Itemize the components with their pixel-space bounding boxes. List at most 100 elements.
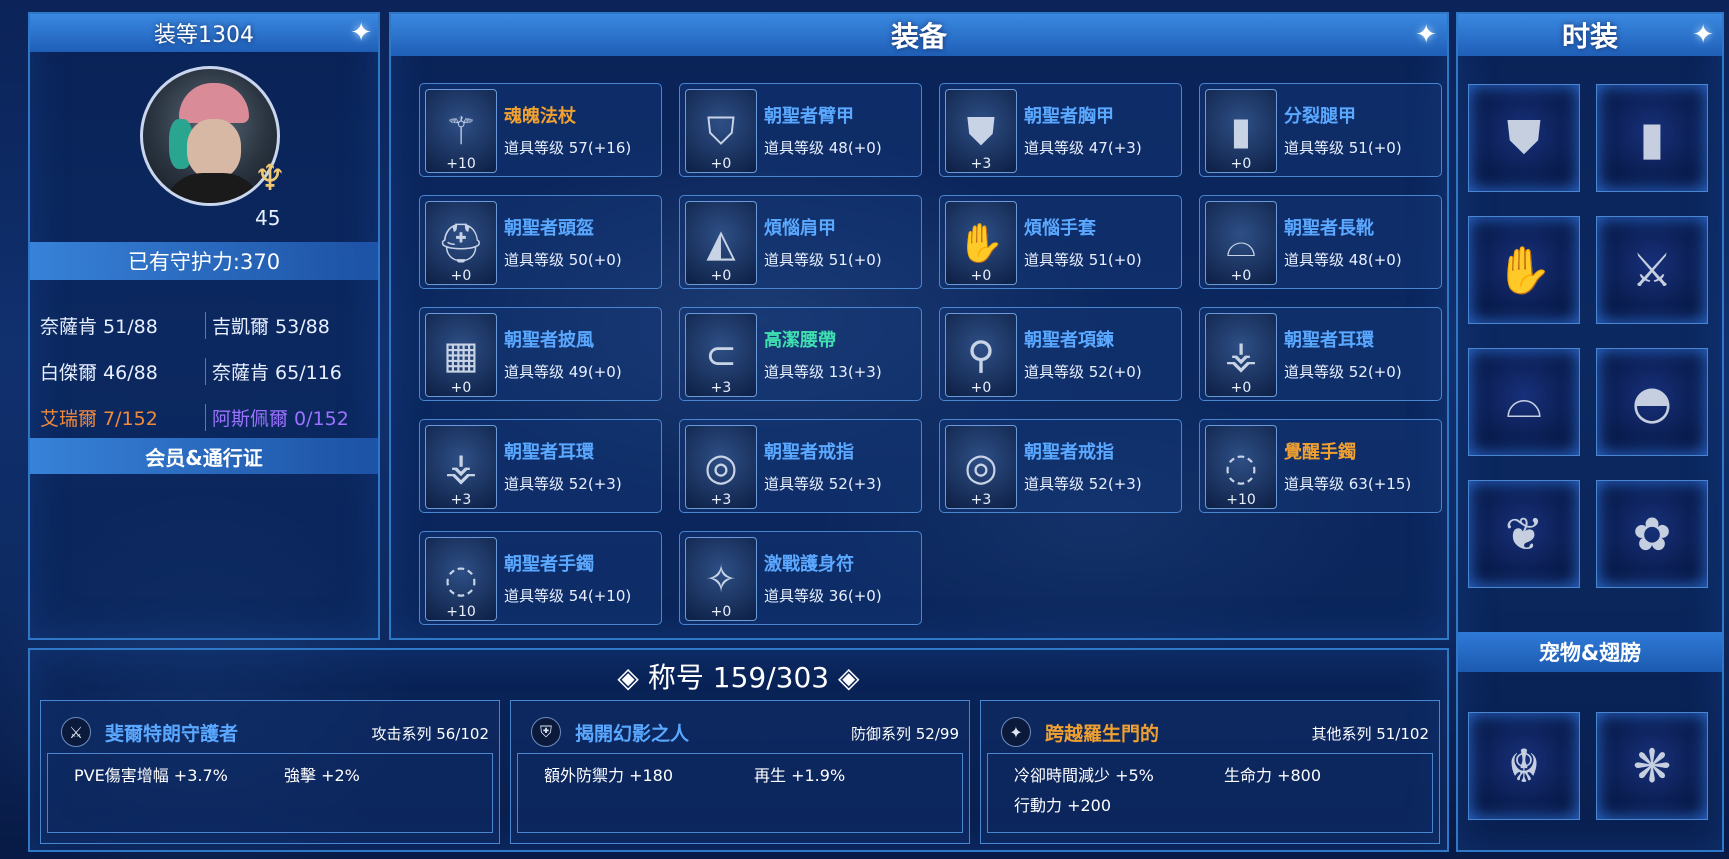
chevron-left-icon[interactable]: ◈ — [617, 661, 639, 694]
item-level: 道具等级 52(+0) — [1284, 363, 1402, 381]
enhance-level: +3 — [970, 156, 992, 172]
item-level: 道具等级 49(+0) — [504, 363, 622, 381]
sparkle-icon: ✦ — [350, 18, 372, 48]
stat-cell: 白傑爾 46/88 — [40, 361, 158, 384]
item-name: 朝聖者戒指 — [1024, 442, 1114, 463]
enhance-level: +0 — [710, 604, 732, 620]
weapon-icon[interactable]: ⚔ — [1596, 216, 1708, 324]
title-effects: 額外防禦力 +180 再生 +1.9% — [517, 753, 963, 833]
title-effect: PVE傷害增幅 +3.7% — [74, 766, 228, 785]
stat-cell: 奈薩肯 51/88 — [40, 315, 158, 338]
equipment-slot[interactable]: ⛊ +3 朝聖者胸甲 道具等级 47(+3) — [939, 83, 1182, 177]
item-name: 高潔腰帶 — [764, 330, 836, 351]
stat-row: 艾瑞爾 7/152 阿斯佩爾 0/152 — [40, 394, 370, 440]
item-level: 道具等级 51(+0) — [1284, 139, 1402, 157]
equipment-slot[interactable]: ▮ +0 分裂腿甲 道具等级 51(+0) — [1199, 83, 1442, 177]
title-series: 防御系列 52/99 — [851, 725, 959, 743]
cap-icon[interactable]: ◓ — [1596, 348, 1708, 456]
item-name: 朝聖者頭盔 — [504, 218, 594, 239]
title-card[interactable]: ⚔ 斐爾特朗守護者 攻击系列 56/102 PVE傷害增幅 +3.7% 強擊 +2% — [40, 700, 500, 844]
enhance-level: +10 — [1226, 492, 1256, 508]
costume-panel: 时装 ✦ ⛊ ▮ ✋ ⚔ ⌓ ◓ ❦ ✿ 宠物&翅膀 ☬ ❋ — [1456, 12, 1724, 852]
enhance-level: +0 — [1230, 380, 1252, 396]
equipment-slot[interactable]: ⌓ +0 朝聖者長靴 道具等级 48(+0) — [1199, 195, 1442, 289]
title-name: 揭開幻影之人 — [575, 723, 690, 745]
character-level: 45 — [255, 206, 281, 230]
item-name: 朝聖者項鍊 — [1024, 330, 1114, 351]
stat-cell: 吉凱爾 53/88 — [205, 311, 370, 339]
pants-icon[interactable]: ▮ — [1596, 84, 1708, 192]
title-card[interactable]: ⛨ 揭開幻影之人 防御系列 52/99 額外防禦力 +180 再生 +1.9% — [510, 700, 970, 844]
enhance-level: +0 — [1230, 268, 1252, 284]
title-name: 跨越羅生門的 — [1045, 723, 1160, 745]
item-level: 道具等级 52(+0) — [1024, 363, 1142, 381]
item-name: 朝聖者手鐲 — [504, 554, 594, 575]
item-level: 道具等级 57(+16) — [504, 139, 632, 157]
item-level: 道具等级 48(+0) — [764, 139, 882, 157]
equipment-slot[interactable]: ⚲ +0 朝聖者項鍊 道具等级 52(+0) — [939, 307, 1182, 401]
equipment-slot[interactable]: ⚶ +0 朝聖者耳環 道具等级 52(+0) — [1199, 307, 1442, 401]
glove-icon[interactable]: ✋ — [1468, 216, 1580, 324]
equipment-header: 装备 ✦ — [391, 14, 1447, 56]
titles-count: 称号 159/303 — [647, 661, 830, 694]
gear-score: 装等1304 ✦ — [30, 14, 378, 52]
equipment-slot[interactable]: ✋ +0 煩惱手套 道具等级 51(+0) — [939, 195, 1182, 289]
title-effects: 冷卻時間減少 +5% 生命力 +800 行動力 +200 — [987, 753, 1433, 833]
dragon-icon[interactable]: ☬ — [1468, 712, 1580, 820]
item-name: 朝聖者耳環 — [504, 442, 594, 463]
title-effect: 行動力 +200 — [1014, 796, 1112, 815]
item-name: 朝聖者披風 — [504, 330, 594, 351]
item-name: 覺醒手鐲 — [1284, 442, 1356, 463]
stat-cell: 奈薩肯 65/116 — [205, 357, 370, 385]
beast-icon[interactable]: ❋ — [1596, 712, 1708, 820]
enhance-level: +0 — [970, 380, 992, 396]
title-effect: 再生 +1.9% — [754, 766, 846, 785]
item-level: 道具等级 47(+3) — [1024, 139, 1142, 157]
enhance-level: +0 — [450, 380, 472, 396]
item-name: 朝聖者長靴 — [1284, 218, 1374, 239]
item-level: 道具等级 52(+3) — [764, 475, 882, 493]
equipment-slot[interactable]: ⛑ +0 朝聖者頭盔 道具等级 50(+0) — [419, 195, 662, 289]
item-level: 道具等级 54(+10) — [504, 587, 632, 605]
stats-grid: 奈薩肯 51/88 吉凱爾 53/88 白傑爾 46/88 奈薩肯 65/116… — [40, 302, 370, 440]
character-panel: 装等1304 ✦ ♆ 45 已有守护力:370 奈薩肯 51/88 吉凱爾 53… — [28, 12, 380, 640]
item-level: 道具等级 36(+0) — [764, 587, 882, 605]
equipment-slot[interactable]: ◌ +10 朝聖者手鐲 道具等级 54(+10) — [419, 531, 662, 625]
equipment-slot[interactable]: ◎ +3 朝聖者戒指 道具等级 52(+3) — [939, 419, 1182, 513]
octopus-pet-icon[interactable]: ✿ — [1596, 480, 1708, 588]
guard-power: 已有守护力:370 — [30, 242, 378, 280]
title-effect: 強擊 +2% — [284, 766, 360, 785]
equipment-slot[interactable]: ✧ +0 激戰護身符 道具等级 36(+0) — [679, 531, 922, 625]
vest-icon[interactable]: ⛊ — [1468, 84, 1580, 192]
title-effects: PVE傷害增幅 +3.7% 強擊 +2% — [47, 753, 493, 833]
chevron-right-icon[interactable]: ◈ — [838, 661, 860, 694]
titles-header: ◈ 称号 159/303 ◈ — [30, 656, 1447, 696]
sword-emblem-icon: ⚔ — [61, 717, 91, 747]
enhance-level: +0 — [1230, 156, 1252, 172]
item-name: 朝聖者臂甲 — [764, 106, 854, 127]
title-card[interactable]: ✦ 跨越羅生門的 其他系列 51/102 冷卻時間減少 +5% 生命力 +800 行動力 … — [980, 700, 1440, 844]
item-level: 道具等级 13(+3) — [764, 363, 882, 381]
equipment-slot[interactable]: ⚚ +10 魂魄法杖 道具等级 57(+16) — [419, 83, 662, 177]
title-name: 斐爾特朗守護者 — [105, 723, 239, 745]
boots-icon[interactable]: ⌓ — [1468, 348, 1580, 456]
item-name: 煩惱手套 — [1024, 218, 1096, 239]
enhance-level: +3 — [710, 492, 732, 508]
shield-emblem-icon: ⛨ — [531, 717, 561, 747]
membership-button[interactable]: 会员&通行证 — [30, 438, 378, 474]
equipment-slot[interactable]: ◌ +10 覺醒手鐲 道具等级 63(+15) — [1199, 419, 1442, 513]
item-name: 激戰護身符 — [764, 554, 854, 575]
equipment-slot[interactable]: ⚶ +3 朝聖者耳環 道具等级 52(+3) — [419, 419, 662, 513]
star-emblem-icon: ✦ — [1001, 717, 1031, 747]
membership-label: 会员&通行证 — [145, 445, 263, 470]
equipment-title: 装备 — [890, 20, 947, 53]
equipment-slot[interactable]: ◭ +0 煩惱肩甲 道具等级 51(+0) — [679, 195, 922, 289]
title-effect: 冷卻時間減少 +5% — [1014, 766, 1154, 785]
equipment-slot[interactable]: ◎ +3 朝聖者戒指 道具等级 52(+3) — [679, 419, 922, 513]
equipment-slot[interactable]: ⛉ +0 朝聖者臂甲 道具等级 48(+0) — [679, 83, 922, 177]
equipment-slot[interactable]: ⊂ +3 高潔腰帶 道具等级 13(+3) — [679, 307, 922, 401]
item-name: 朝聖者耳環 — [1284, 330, 1374, 351]
wing-icon[interactable]: ❦ — [1468, 480, 1580, 588]
equipment-slot[interactable]: ▦ +0 朝聖者披風 道具等级 49(+0) — [419, 307, 662, 401]
stat-cell: 艾瑞爾 7/152 — [40, 407, 158, 430]
